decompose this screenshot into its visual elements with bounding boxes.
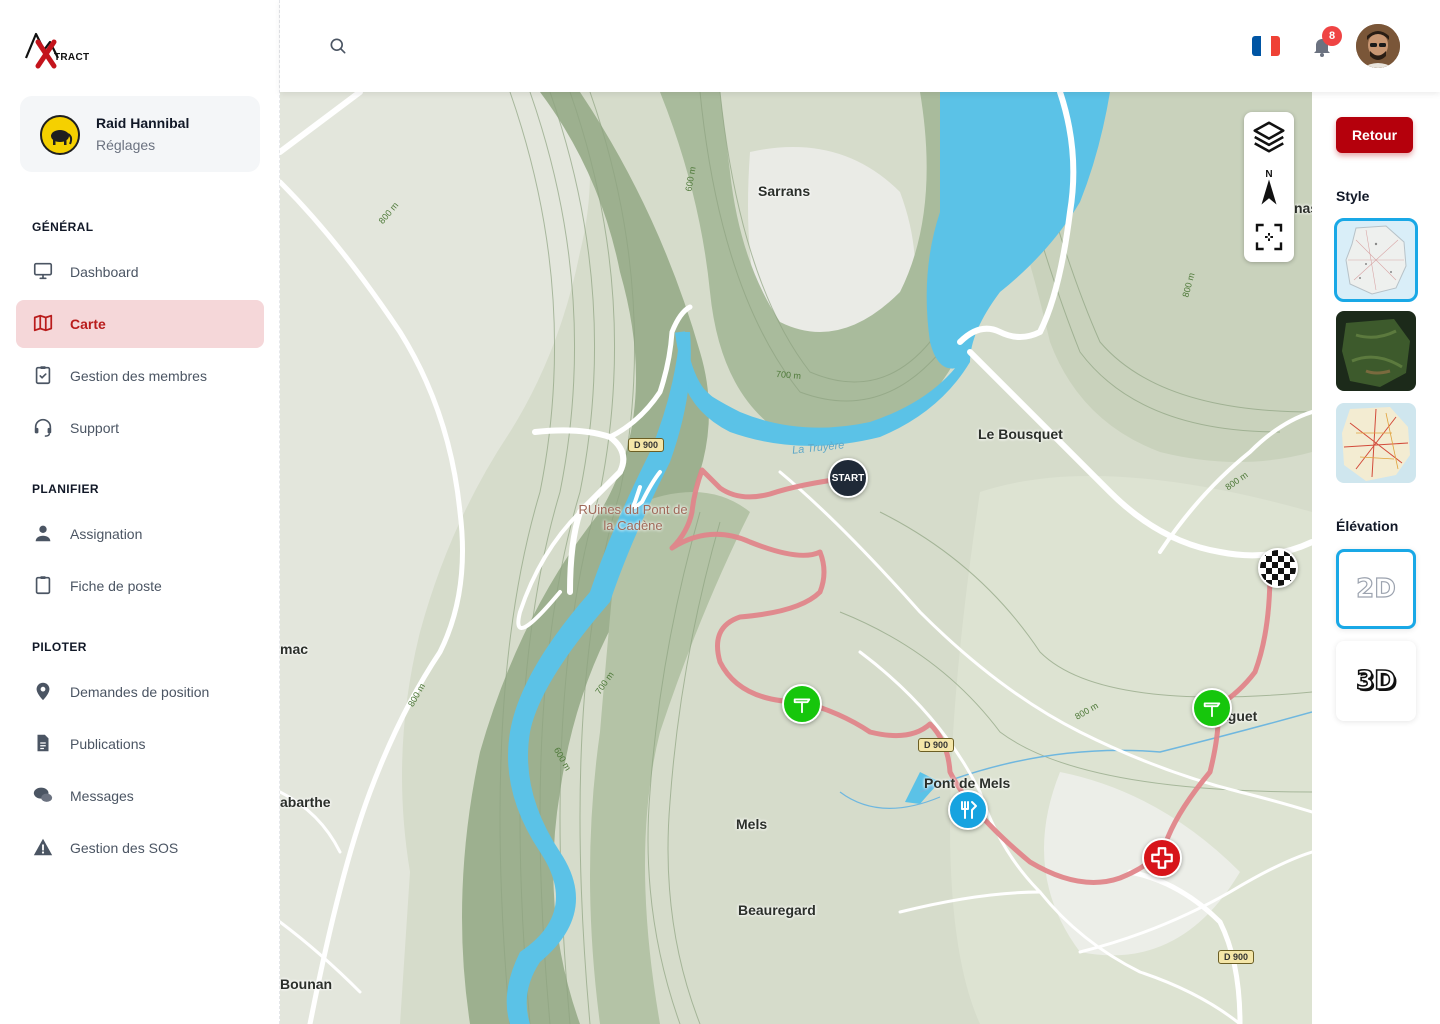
place-label: Beauregard	[738, 902, 816, 918]
language-flag-fr[interactable]	[1252, 36, 1280, 56]
place-label: Sarrans	[758, 183, 811, 199]
nav-item-carte[interactable]: Carte	[16, 300, 264, 348]
place-label: nas	[1294, 200, 1312, 216]
place-label: abarthe	[280, 794, 331, 810]
first-aid-icon	[1151, 847, 1173, 869]
chat-icon	[33, 787, 53, 802]
clipboard-icon	[35, 576, 51, 595]
warning-icon	[33, 838, 53, 856]
nav-item-demandes-de-position[interactable]: Demandes de position	[16, 668, 264, 716]
map-view[interactable]: Sarrans Le Bousquet RUines du Pont de la…	[280, 92, 1312, 1024]
place-label: Bounan	[280, 976, 333, 992]
nav-label: Dashboard	[70, 264, 139, 280]
map-icon	[33, 314, 53, 332]
clipboard-check-icon	[35, 366, 51, 385]
place-label: Le Bousquet	[978, 426, 1063, 442]
nav-label: Demandes de position	[70, 684, 210, 700]
top-header: 8	[280, 0, 1440, 92]
road-tag: D 900	[918, 738, 955, 752]
organization-avatar	[40, 115, 80, 155]
user-icon	[35, 525, 51, 542]
nav-item-assignation[interactable]: Assignation	[16, 510, 264, 558]
compass-north-icon: N	[1261, 169, 1277, 205]
nav-label: Publications	[70, 736, 146, 752]
organization-name: Raid Hannibal	[96, 115, 190, 131]
place-label: mac	[280, 641, 309, 657]
elevation-title: Élévation	[1336, 518, 1399, 534]
finish-flag-icon	[1260, 550, 1296, 586]
location-pin-icon	[36, 682, 50, 701]
nav-item-gestion-des-membres[interactable]: Gestion des membres	[16, 352, 264, 400]
logo-text: TRACT	[54, 52, 90, 63]
xtract-logo[interactable]: TRACT	[24, 28, 94, 72]
headset-icon	[34, 418, 52, 437]
document-icon	[37, 734, 49, 752]
sidebar: TRACT Raid Hannibal Réglages GÉNÉRAL Das…	[0, 0, 280, 1024]
nav-section-planifier: PLANIFIER	[32, 482, 99, 496]
focus-frame-icon	[1255, 223, 1283, 251]
logo-mark-icon	[24, 32, 59, 69]
place-label-ruins: RUines du Pont de la Cadène	[578, 502, 688, 533]
organization-settings-link[interactable]: Réglages	[96, 137, 155, 153]
road-tag: D 900	[628, 438, 665, 452]
map-canvas[interactable]	[280, 92, 1312, 1024]
nav-label: Assignation	[70, 526, 143, 542]
elevation-2d-button[interactable]: 2D	[1336, 549, 1416, 629]
nav-item-gestion-des-sos[interactable]: Gestion des SOS	[16, 824, 264, 872]
style-option-satellite[interactable]	[1336, 311, 1416, 391]
nav-item-support[interactable]: Support	[16, 404, 264, 452]
signpost-icon	[1203, 702, 1221, 718]
user-avatar[interactable]	[1356, 24, 1400, 68]
road-map-thumbnail	[1336, 403, 1416, 483]
layers-icon	[1253, 121, 1285, 153]
elevation-3d-button[interactable]: 3D	[1336, 641, 1416, 721]
plan-map-thumbnail	[1336, 220, 1416, 300]
nav-section-general: GÉNÉRAL	[32, 220, 94, 234]
contour-label: 700 m	[775, 368, 802, 382]
notification-badge: 8	[1322, 26, 1342, 46]
satellite-map-thumbnail	[1336, 311, 1416, 391]
nav-item-dashboard[interactable]: Dashboard	[16, 248, 264, 296]
map-controls: N	[1244, 112, 1294, 262]
nav-item-publications[interactable]: Publications	[16, 720, 264, 768]
route-finish-marker[interactable]	[1258, 548, 1298, 588]
style-option-plan[interactable]	[1334, 218, 1418, 302]
nav-label: Gestion des membres	[70, 368, 207, 384]
first-aid-marker[interactable]	[1142, 838, 1182, 878]
food-station-marker[interactable]	[948, 790, 988, 830]
nav-label: Gestion des SOS	[70, 840, 179, 856]
layers-button[interactable]	[1244, 112, 1294, 162]
checkpoint-marker[interactable]	[782, 684, 822, 724]
organization-card[interactable]: Raid Hannibal Réglages	[20, 96, 260, 172]
signpost-icon	[793, 698, 811, 714]
food-icon	[961, 801, 977, 819]
style-option-road-map[interactable]	[1336, 403, 1416, 483]
style-title: Style	[1336, 188, 1370, 204]
nav-label: Support	[70, 420, 120, 436]
place-label: Mels	[736, 816, 768, 832]
search-icon[interactable]	[328, 36, 348, 56]
map-settings-panel: Retour Style Élévation 2D 3D	[1312, 92, 1440, 1024]
back-button[interactable]: Retour	[1336, 117, 1413, 153]
place-label: Pont de Mels	[924, 775, 1011, 791]
checkpoint-marker[interactable]	[1192, 688, 1232, 728]
recenter-button[interactable]	[1244, 212, 1294, 262]
nav-label: Fiche de poste	[70, 578, 162, 594]
monitor-icon	[33, 262, 53, 280]
route-start-marker[interactable]: START	[828, 458, 868, 498]
road-tag: D 900	[1218, 950, 1255, 964]
nav-item-fiche-de-poste[interactable]: Fiche de poste	[16, 562, 264, 610]
compass-north-button[interactable]: N	[1244, 162, 1294, 212]
nav-section-piloter: PILOTER	[32, 640, 87, 654]
svg-text:N: N	[1265, 169, 1272, 180]
nav-item-messages[interactable]: Messages	[16, 772, 264, 820]
nav-label: Carte	[70, 316, 106, 332]
nav-label: Messages	[70, 788, 134, 804]
